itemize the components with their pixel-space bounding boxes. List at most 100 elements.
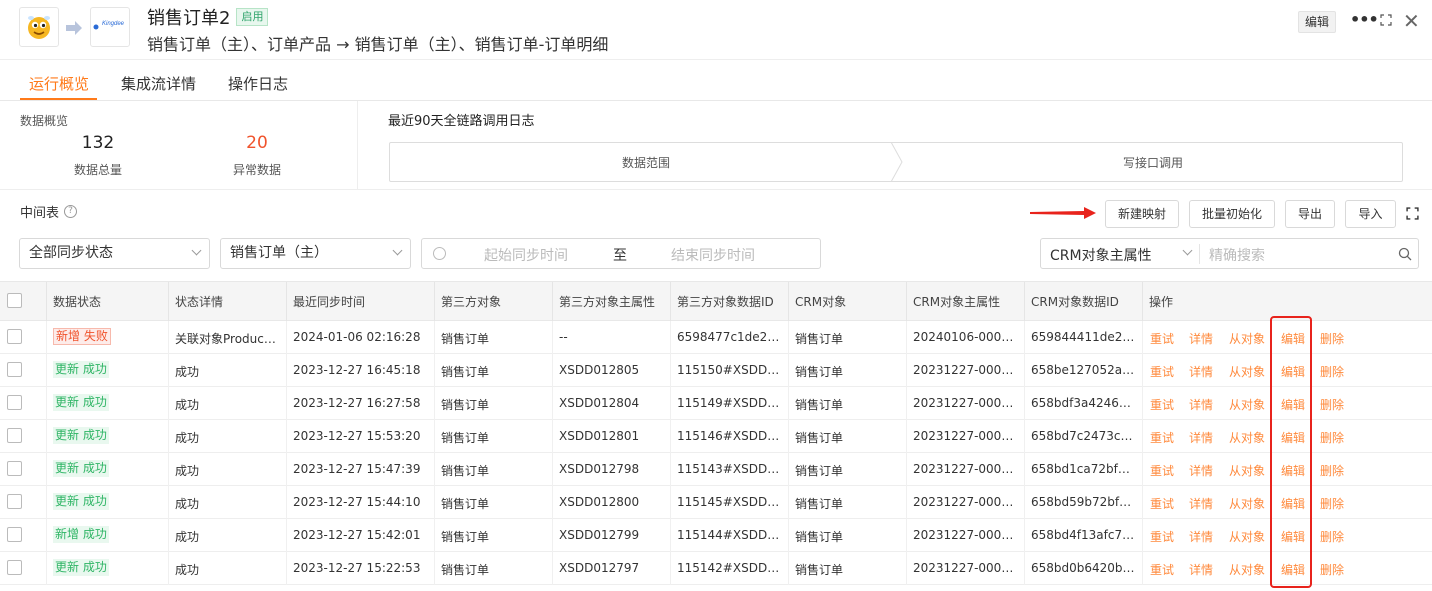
total-stat[interactable]: 132 数据总量 [48, 133, 148, 178]
retry-link[interactable]: 重试 [1150, 561, 1174, 578]
delete-link[interactable]: 删除 [1320, 330, 1344, 347]
cell-crm-main-attr: 20240106-000097 [913, 330, 1018, 344]
tab-flow-detail[interactable]: 集成流详情 [121, 73, 196, 94]
status-tag: 新增 成功 [53, 526, 109, 543]
end-time-input[interactable]: 结束同步时间 [671, 245, 755, 265]
expand-icon[interactable] [1406, 207, 1419, 220]
sub-object-link[interactable]: 从对象 [1229, 429, 1265, 446]
new-mapping-button[interactable]: 新建映射 [1105, 200, 1179, 228]
row-checkbox[interactable] [7, 362, 22, 377]
object-select[interactable]: 销售订单（主） [220, 238, 411, 269]
delete-link[interactable]: 删除 [1320, 561, 1344, 578]
table-row[interactable]: 新增 成功 成功 2023-12-27 15:42:01 销售订单 XSDD012799… [0, 519, 1432, 552]
cell-third-main-attr: XSDD012800 [559, 495, 640, 509]
sub-object-link[interactable]: 从对象 [1229, 495, 1265, 512]
chevron-down-icon [191, 245, 202, 256]
row-checkbox[interactable] [7, 461, 22, 476]
detail-link[interactable]: 详情 [1189, 528, 1213, 545]
cell-sync-time: 2024-01-06 02:16:28 [293, 330, 421, 344]
start-time-input[interactable]: 起始同步时间 [484, 245, 568, 265]
more-icon[interactable]: ••• [1350, 10, 1379, 29]
cell-crm-object: 销售订单 [795, 530, 844, 544]
delete-link[interactable]: 删除 [1320, 396, 1344, 413]
table-row[interactable]: 新增 失败 关联对象Product... 2024-01-06 02:16:28 销售… [0, 321, 1432, 354]
table-row[interactable]: 更新 成功 成功 2023-12-27 15:44:10 销售订单 XSDD012800… [0, 486, 1432, 519]
sub-object-link[interactable]: 从对象 [1229, 528, 1265, 545]
tab-overview[interactable]: 运行概览 [29, 73, 89, 94]
cell-crm-data-id: 658bd7c2473cc9... [1031, 429, 1136, 443]
sub-object-link[interactable]: 从对象 [1229, 330, 1265, 347]
total-caption: 数据总量 [73, 163, 122, 177]
close-icon[interactable]: ✕ [1403, 9, 1420, 33]
retry-link[interactable]: 重试 [1150, 528, 1174, 545]
cell-crm-main-attr: 20231227-000094 [913, 363, 1018, 377]
detail-link[interactable]: 详情 [1189, 462, 1213, 479]
delete-link[interactable]: 删除 [1320, 363, 1344, 380]
row-checkbox[interactable] [7, 395, 22, 410]
page-title: 销售订单2 启用 [147, 4, 269, 30]
import-button[interactable]: 导入 [1345, 200, 1396, 228]
detail-link[interactable]: 详情 [1189, 396, 1213, 413]
retry-link[interactable]: 重试 [1150, 495, 1174, 512]
sync-time-range[interactable]: 起始同步时间 至 结束同步时间 [421, 238, 821, 269]
chain-step-write-api[interactable]: 写接口调用 [1123, 154, 1183, 171]
sub-object-link[interactable]: 从对象 [1229, 462, 1265, 479]
table-row[interactable]: 更新 成功 成功 2023-12-27 15:47:39 销售订单 XSDD012798… [0, 453, 1432, 486]
sub-object-link[interactable]: 从对象 [1229, 396, 1265, 413]
row-checkbox[interactable] [7, 527, 22, 542]
cell-sync-time: 2023-12-27 15:47:39 [293, 462, 421, 476]
table-row[interactable]: 更新 成功 成功 2023-12-27 15:22:53 销售订单 XSDD012797… [0, 552, 1432, 585]
cell-sync-time: 2023-12-27 15:42:01 [293, 528, 421, 542]
cell-crm-object: 销售订单 [795, 497, 844, 511]
middle-table-title: 中间表 ? [20, 202, 78, 221]
select-all-checkbox[interactable] [7, 293, 22, 308]
bee-mascot-icon [28, 16, 50, 39]
fullscreen-icon[interactable] [1380, 14, 1392, 26]
row-checkbox[interactable] [7, 560, 22, 575]
chain-step-scope[interactable]: 数据范围 [622, 154, 670, 171]
edit-button[interactable]: 编辑 [1298, 11, 1337, 33]
col-crm-data-id: CRM对象数据ID [1031, 295, 1119, 309]
detail-link[interactable]: 详情 [1189, 363, 1213, 380]
red-arrow-annotation [1030, 207, 1096, 219]
retry-link[interactable]: 重试 [1150, 462, 1174, 479]
cell-third-data-id: 115143#XSDD0... [677, 462, 782, 476]
cell-status-detail: 成功 [175, 464, 200, 478]
error-value: 20 [246, 133, 268, 153]
retry-link[interactable]: 重试 [1150, 396, 1174, 413]
cell-third-object: 销售订单 [441, 398, 490, 412]
search-icon[interactable] [1398, 247, 1412, 261]
detail-link[interactable]: 详情 [1189, 429, 1213, 446]
detail-link[interactable]: 详情 [1189, 495, 1213, 512]
row-checkbox[interactable] [7, 329, 22, 344]
detail-link[interactable]: 详情 [1189, 561, 1213, 578]
delete-link[interactable]: 删除 [1320, 462, 1344, 479]
table-row[interactable]: 更新 成功 成功 2023-12-27 15:53:20 销售订单 XSDD012801… [0, 420, 1432, 453]
col-last-sync-time: 最近同步时间 [293, 295, 366, 309]
sub-object-link[interactable]: 从对象 [1229, 363, 1265, 380]
delete-link[interactable]: 删除 [1320, 429, 1344, 446]
sync-status-select[interactable]: 全部同步状态 [19, 238, 210, 269]
help-icon[interactable]: ? [64, 205, 78, 218]
batch-init-button[interactable]: 批量初始化 [1189, 200, 1275, 228]
sub-object-link[interactable]: 从对象 [1229, 561, 1265, 578]
row-checkbox[interactable] [7, 494, 22, 509]
error-stat[interactable]: 20 异常数据 [207, 133, 307, 178]
delete-link[interactable]: 删除 [1320, 495, 1344, 512]
table-row[interactable]: 更新 成功 成功 2023-12-27 16:27:58 销售订单 XSDD012804… [0, 387, 1432, 420]
detail-link[interactable]: 详情 [1189, 330, 1213, 347]
retry-link[interactable]: 重试 [1150, 330, 1174, 347]
search-attr-select[interactable]: CRM对象主属性 [1050, 245, 1152, 265]
delete-link[interactable]: 删除 [1320, 528, 1344, 545]
row-checkbox[interactable] [7, 428, 22, 443]
cell-third-main-attr: XSDD012797 [559, 561, 640, 575]
cell-status-detail: 成功 [175, 563, 200, 577]
tab-operation-log[interactable]: 操作日志 [228, 73, 288, 94]
search-input[interactable]: 精确搜索 [1209, 245, 1265, 265]
export-button[interactable]: 导出 [1285, 200, 1335, 228]
table-row[interactable]: 更新 成功 成功 2023-12-27 16:45:18 销售订单 XSDD012805… [0, 354, 1432, 387]
col-third-data-id: 第三方对象数据ID [677, 295, 774, 309]
cell-status-detail: 成功 [175, 431, 200, 445]
retry-link[interactable]: 重试 [1150, 429, 1174, 446]
retry-link[interactable]: 重试 [1150, 363, 1174, 380]
